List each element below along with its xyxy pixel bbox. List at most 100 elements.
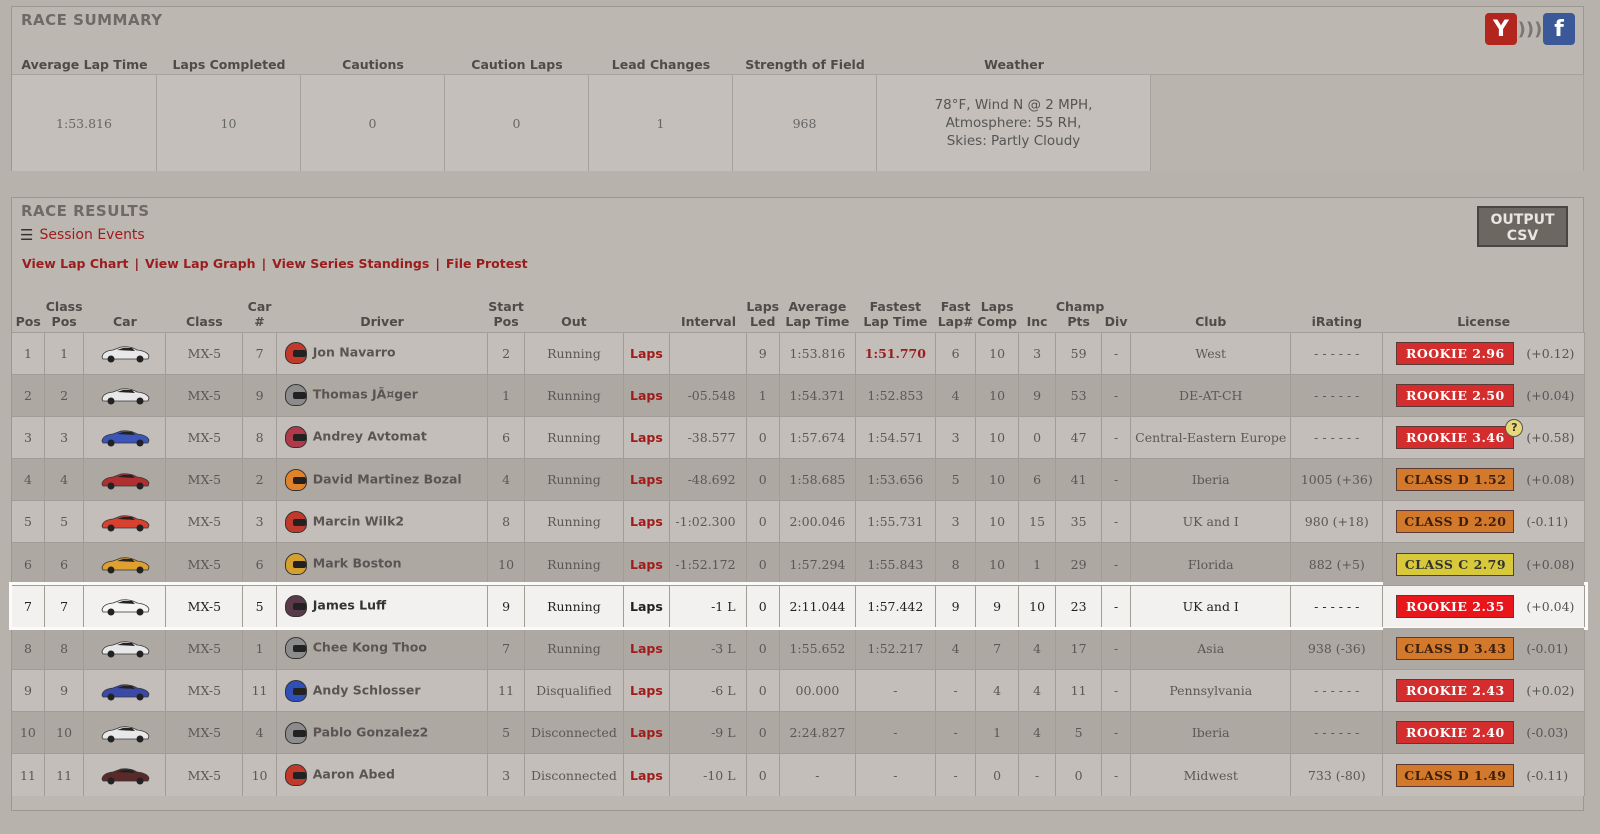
champ-pts-cell: 41 <box>1055 458 1102 501</box>
driver-cell[interactable]: Jon Navarro <box>276 331 489 375</box>
champ-pts-cell: 5 <box>1055 711 1102 754</box>
driver-cell[interactable]: Mark Boston <box>276 542 489 586</box>
view-lap-graph-link[interactable]: View Lap Graph <box>145 256 256 271</box>
table-row[interactable]: 11 11 MX-5 10 Aaron Abed 3 Disconnected Laps -10… <box>12 753 1585 797</box>
car-cell <box>83 415 167 459</box>
race-summary-panel: RACE SUMMARY Y ))) f Average Lap Time Lap… <box>11 6 1584 171</box>
sound-icon[interactable]: ))) <box>1518 13 1543 45</box>
summary-value: 0 <box>301 74 445 171</box>
driver-name[interactable]: James Luff <box>313 598 386 613</box>
session-events-link[interactable]: ☰ Session Events <box>20 226 145 244</box>
column-header <box>624 296 670 332</box>
view-lap-chart-link[interactable]: View Lap Chart <box>22 256 128 271</box>
out-cell: Disconnected <box>524 753 625 797</box>
driver-cell[interactable]: David Martinez Bozal <box>276 458 489 501</box>
table-row[interactable]: 6 6 MX-5 6 Mark Boston 10 Running Laps -1:52.172… <box>12 542 1585 586</box>
driver-cell[interactable]: Andy Schlosser <box>276 668 489 712</box>
out-cell: Running <box>524 373 625 417</box>
file-protest-link[interactable]: File Protest <box>446 256 528 271</box>
summary-header: Average Lap Time <box>21 57 148 72</box>
laps-link[interactable]: Laps <box>623 626 670 670</box>
driver-name[interactable]: Andy Schlosser <box>313 682 421 697</box>
laps-led-cell: 9 <box>746 331 780 375</box>
license-delta: (+0.08) <box>1526 556 1575 572</box>
driver-name[interactable]: Chee Kong Thoo <box>313 640 427 655</box>
license-cell: ROOKIE 2.35 (+0.04) <box>1382 584 1585 628</box>
column-header: Pos <box>15 313 41 329</box>
laps-led-cell: 0 <box>746 753 780 797</box>
incidents-cell: 4 <box>1018 711 1057 754</box>
laps-comp-cell: 9 <box>975 584 1019 628</box>
car-number-cell: 7 <box>242 331 277 375</box>
avg-lap-time-cell: 1:53.816 <box>779 331 856 375</box>
view-series-standings-link[interactable]: View Series Standings <box>272 256 429 271</box>
column-header: Club <box>1195 313 1227 329</box>
driver-cell[interactable]: Marcin Wilk2 <box>276 500 489 543</box>
table-row[interactable]: 10 10 MX-5 4 Pablo Gonzalez2 5 Disconnected Lap… <box>12 711 1585 754</box>
avg-lap-time-cell: 1:54.371 <box>779 373 856 417</box>
driver-name[interactable]: Mark Boston <box>313 556 402 571</box>
table-row[interactable]: 9 9 MX-5 11 Andy Schlosser 11 Disqualified Laps… <box>12 668 1585 712</box>
help-icon[interactable]: ? <box>1505 418 1524 437</box>
avg-lap-time-cell: 2:00.046 <box>779 500 856 543</box>
weather-value: 78°F, Wind N @ 2 MPH, Atmosphere: 55 RH, S… <box>877 74 1151 171</box>
incidents-cell: 15 <box>1018 500 1057 543</box>
laps-link[interactable]: Laps <box>623 668 670 712</box>
table-row[interactable]: 3 3 MX-5 8 Andrey Avtomat 6 Running Laps -38.577… <box>12 415 1585 459</box>
fast-lap-number-cell: - <box>935 668 977 712</box>
car-icon <box>101 726 150 743</box>
fastest-lap-time-cell: - <box>855 753 936 797</box>
laps-link[interactable]: Laps <box>623 373 670 417</box>
license-cell: ROOKIE 2.43 (+0.02) <box>1382 668 1585 712</box>
table-row[interactable]: 5 5 MX-5 3 Marcin Wilk2 8 Running Laps -1:02.300… <box>12 500 1585 543</box>
laps-link[interactable]: Laps <box>623 753 670 797</box>
driver-cell[interactable]: Thomas JÃ¤ger <box>276 373 489 417</box>
driver-name[interactable]: Aaron Abed <box>313 767 395 782</box>
incidents-cell: 10 <box>1018 584 1057 628</box>
laps-link[interactable]: Laps <box>623 711 670 754</box>
table-row[interactable]: 2 2 MX-5 9 Thomas JÃ¤ger 1 Running Laps -05.548 1… <box>12 373 1585 417</box>
incidents-cell: 3 <box>1018 331 1057 375</box>
class-cell: MX-5 <box>165 584 244 628</box>
driver-cell[interactable]: Pablo Gonzalez2 <box>276 711 489 754</box>
start-pos-cell: 8 <box>487 500 525 543</box>
table-row[interactable]: 1 1 MX-5 7 Jon Navarro 2 Running Laps 9 1:53.816 1… <box>12 331 1585 375</box>
laps-link[interactable]: Laps <box>623 542 670 586</box>
class-cell: MX-5 <box>165 373 244 417</box>
car-cell <box>83 668 167 712</box>
laps-link[interactable]: Laps <box>623 500 670 543</box>
facebook-icon[interactable]: f <box>1543 13 1575 45</box>
laps-link[interactable]: Laps <box>623 584 670 628</box>
laps-link[interactable]: Laps <box>623 458 670 501</box>
car-icon <box>101 430 150 447</box>
start-pos-cell: 6 <box>487 415 525 459</box>
race-results-title: RACE RESULTS <box>21 202 150 220</box>
irating-cell: 980 (+18) <box>1290 500 1384 543</box>
driver-name[interactable]: David Martinez Bozal <box>313 471 462 486</box>
driver-name[interactable]: Marcin Wilk2 <box>313 513 404 528</box>
helmet-icon <box>284 595 307 618</box>
table-row[interactable]: 8 8 MX-5 1 Chee Kong Thoo 7 Running Laps -3 L 0 1:… <box>12 626 1585 670</box>
club-cell: Iberia <box>1130 458 1292 501</box>
driver-name[interactable]: Pablo Gonzalez2 <box>313 724 429 739</box>
results-header-row: Pos Class Pos Car Class Car # Driver Start Pos… <box>12 296 1585 332</box>
driver-cell[interactable]: James Luff <box>276 584 489 628</box>
driver-cell[interactable]: Aaron Abed <box>276 753 489 797</box>
laps-link[interactable]: Laps <box>623 415 670 459</box>
driver-cell[interactable]: Andrey Avtomat <box>276 415 489 459</box>
license-badge: CLASS D 3.43 <box>1396 636 1515 660</box>
yahoo-icon[interactable]: Y <box>1485 13 1517 45</box>
license-cell: CLASS D 1.52 (+0.08) <box>1382 458 1585 501</box>
driver-name[interactable]: Andrey Avtomat <box>313 429 427 444</box>
table-row[interactable]: 4 4 MX-5 2 David Martinez Bozal 4 Running Laps -… <box>12 458 1585 501</box>
driver-name[interactable]: Jon Navarro <box>313 345 396 360</box>
license-badge: CLASS D 2.20 <box>1396 510 1515 534</box>
driver-name[interactable]: Thomas JÃ¤ger <box>313 387 418 402</box>
laps-link[interactable]: Laps <box>623 331 670 375</box>
output-csv-button[interactable]: OUTPUT CSV <box>1477 206 1568 247</box>
driver-cell[interactable]: Chee Kong Thoo <box>276 626 489 670</box>
div-cell: - <box>1101 542 1132 586</box>
irating-cell: 1005 (+36) <box>1290 458 1384 501</box>
table-row-highlighted[interactable]: 7 7 MX-5 5 James Luff 9 Running Laps -1 L 0 2:11.0… <box>9 582 1588 631</box>
class-pos-cell: 3 <box>44 415 85 459</box>
